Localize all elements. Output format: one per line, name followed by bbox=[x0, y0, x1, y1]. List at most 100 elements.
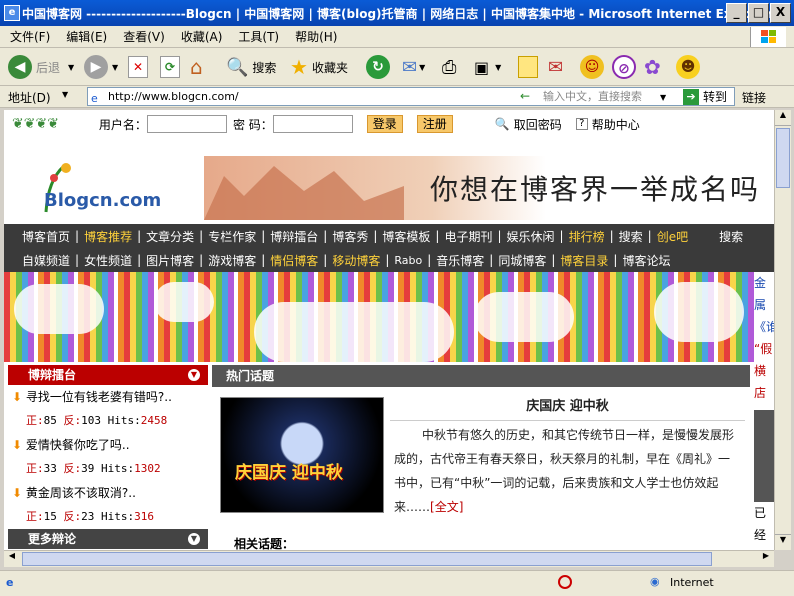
register-button[interactable]: 注册 bbox=[416, 115, 453, 133]
nav-item[interactable]: 博客模板 bbox=[382, 228, 430, 245]
nav-item[interactable]: 排行榜 bbox=[569, 228, 605, 245]
debate-question-link[interactable]: 爱情快餐你吃了吗.. bbox=[26, 438, 130, 452]
more-debates-button[interactable]: 更多辩论 ▼ bbox=[8, 529, 208, 549]
slogan-banner[interactable]: 你想在博客界一举成名吗 bbox=[204, 156, 774, 220]
page-content: ❦❦❦❦ 用户名： 密 码： 登录 注册 🔍 取回密码 ? 帮助中心 Blogc… bbox=[4, 110, 774, 550]
retrieve-password-link[interactable]: 取回密码 bbox=[514, 116, 562, 133]
nav-item[interactable]: 博客论坛 bbox=[622, 252, 670, 269]
globe-icon: ◉ bbox=[650, 575, 660, 588]
nav-item[interactable]: 博客秀 bbox=[332, 228, 368, 245]
help-center-link[interactable]: 帮助中心 bbox=[592, 116, 640, 133]
links-button[interactable]: 链接 bbox=[742, 89, 766, 106]
mail-button[interactable]: ✉ ▼ bbox=[402, 54, 425, 80]
chevron-down-icon[interactable]: ▼ bbox=[62, 90, 68, 99]
right-link[interactable]: 横店 bbox=[754, 360, 774, 404]
nav-item[interactable]: Rabo bbox=[394, 254, 422, 267]
messenger-button[interactable]: ✉ bbox=[548, 54, 563, 80]
menu-file[interactable]: 文件(F) bbox=[10, 28, 50, 45]
nav-item[interactable]: 自媒频道 bbox=[22, 252, 70, 269]
article-title[interactable]: 庆国庆 迎中秋 bbox=[390, 395, 745, 421]
nav-item[interactable]: 女性频道 bbox=[84, 252, 132, 269]
nav-item[interactable]: 移动博客 bbox=[332, 252, 380, 269]
scroll-thumb[interactable] bbox=[22, 552, 712, 566]
search-button[interactable]: 🔍 搜索 bbox=[226, 54, 276, 80]
chevron-down-icon[interactable]: ▼ bbox=[68, 63, 74, 72]
right-column-partial: 金属 《谁 “假 横店 已经 松松 bbox=[754, 272, 774, 550]
chevron-down-icon[interactable]: ▼ bbox=[660, 89, 666, 106]
scroll-thumb[interactable] bbox=[776, 128, 790, 188]
chevron-down-icon[interactable]: ▼ bbox=[188, 369, 200, 381]
debate-panel: 博辩擂台 ▼ ⬇ 寻找一位有钱老婆有错吗?.. 正:85 反:103 Hits:… bbox=[8, 365, 208, 550]
address-input[interactable]: e http://www.blogcn.com/ ← 输入中文，直接搜索 ▼ bbox=[87, 87, 735, 106]
horizontal-scrollbar[interactable]: ◀ ▶ bbox=[4, 550, 774, 567]
smiley-button[interactable]: ☺ bbox=[580, 54, 604, 80]
close-button[interactable]: X bbox=[770, 3, 791, 23]
nav-item[interactable]: 搜索 bbox=[619, 228, 643, 245]
forward-button[interactable]: ▶ ▼ bbox=[84, 54, 118, 80]
nav-item[interactable]: 电子期刊 bbox=[444, 228, 492, 245]
toolbar: ◀ 后退 ▼ ▶ ▼ ✕ ⟳ ⌂ 🔍 搜索 ★ 收藏夹 ↻ ✉ ▼ ⎙ ▣ ▼ ✉ … bbox=[0, 48, 794, 86]
refresh-button[interactable]: ⟳ bbox=[160, 54, 180, 80]
nav-item[interactable]: 博客目录 bbox=[560, 252, 608, 269]
nav-item[interactable]: 同城博客 bbox=[498, 252, 546, 269]
back-button[interactable]: ◀ 后退 ▼ bbox=[8, 54, 74, 80]
popup-blocked-icon[interactable] bbox=[558, 575, 572, 589]
note-icon bbox=[518, 56, 538, 78]
nav-item[interactable]: 创e吧 bbox=[657, 228, 688, 245]
site-logo[interactable]: Blogcn.com bbox=[40, 160, 161, 216]
menu-view[interactable]: 查看(V) bbox=[123, 28, 165, 45]
nav-item[interactable]: 娱乐休闲 bbox=[507, 228, 555, 245]
debate-question-link[interactable]: 寻找一位有钱老婆有错吗?.. bbox=[26, 390, 172, 404]
vertical-scrollbar[interactable]: ▲ ▼ bbox=[774, 110, 791, 550]
right-image[interactable] bbox=[754, 410, 774, 502]
notes-button[interactable] bbox=[518, 54, 538, 80]
favorites-button[interactable]: ★ 收藏夹 bbox=[290, 54, 348, 80]
minimize-button[interactable]: _ bbox=[726, 3, 747, 23]
scroll-left-icon[interactable]: ◀ bbox=[4, 551, 20, 567]
right-link[interactable]: 《谁 bbox=[754, 316, 774, 338]
nav-item[interactable]: 博客首页 bbox=[22, 228, 70, 245]
password-input[interactable] bbox=[272, 115, 353, 133]
print-button[interactable]: ⎙ bbox=[442, 54, 456, 80]
nav-item[interactable]: 情侣博客 bbox=[270, 252, 318, 269]
scroll-right-icon[interactable]: ▶ bbox=[758, 551, 774, 567]
nav-item[interactable]: 图片博客 bbox=[146, 252, 194, 269]
site-header: Blogcn.com 你想在博客界一举成名吗 bbox=[4, 138, 774, 222]
full-text-link[interactable]: [全文] bbox=[430, 500, 463, 514]
stop-button[interactable]: ✕ bbox=[128, 54, 148, 80]
nav-item[interactable]: 音乐博客 bbox=[436, 252, 484, 269]
maximize-button[interactable]: □ bbox=[748, 3, 769, 23]
right-link[interactable]: 金属 bbox=[754, 272, 774, 316]
scroll-up-icon[interactable]: ▲ bbox=[775, 110, 791, 126]
search-icon: 🔍 bbox=[226, 56, 249, 78]
go-button[interactable]: ➔ 转到 bbox=[683, 88, 727, 105]
chevron-down-icon[interactable]: ▼ bbox=[112, 63, 118, 72]
compass-icon: ⊘ bbox=[612, 55, 636, 79]
moon-festival-image[interactable]: 庆国庆 迎中秋 bbox=[220, 397, 384, 513]
smile-button[interactable]: ☻ bbox=[676, 54, 700, 80]
login-button[interactable]: 登录 bbox=[366, 115, 403, 133]
nav-item[interactable]: 文章分类 bbox=[146, 228, 194, 245]
debate-item: ⬇ 黄金周该不该取消?.. 正:15 反:23 Hits:316 bbox=[12, 486, 154, 523]
gear-button[interactable]: ✿ bbox=[644, 54, 661, 80]
nav-item[interactable]: 博辩擂台 bbox=[270, 228, 318, 245]
menu-help[interactable]: 帮助(H) bbox=[295, 28, 337, 45]
home-button[interactable]: ⌂ bbox=[190, 54, 203, 80]
nav-item[interactable]: 专栏作家 bbox=[208, 228, 256, 245]
menu-edit[interactable]: 编辑(E) bbox=[66, 28, 107, 45]
menu-tools[interactable]: 工具(T) bbox=[238, 28, 279, 45]
history-button[interactable]: ↻ bbox=[366, 54, 390, 80]
scroll-down-icon[interactable]: ▼ bbox=[775, 534, 791, 550]
menu-favorites[interactable]: 收藏(A) bbox=[181, 28, 223, 45]
zone-label: Internet bbox=[670, 576, 714, 589]
hot-topics-header: 热门话题 bbox=[212, 365, 750, 387]
nav-search[interactable]: 搜索 bbox=[719, 228, 743, 245]
edit-button[interactable]: ▣ ▼ bbox=[474, 54, 501, 80]
compass-button[interactable]: ⊘ bbox=[612, 54, 636, 80]
username-input[interactable] bbox=[146, 115, 227, 133]
debate-question-link[interactable]: 黄金周该不该取消?.. bbox=[26, 486, 136, 500]
nav-item[interactable]: 游戏博客 bbox=[208, 252, 256, 269]
vine-decoration-icon: ❦❦❦❦ bbox=[12, 116, 59, 132]
nav-item[interactable]: 博客推荐 bbox=[84, 228, 132, 245]
right-link[interactable]: “假 bbox=[754, 338, 774, 360]
